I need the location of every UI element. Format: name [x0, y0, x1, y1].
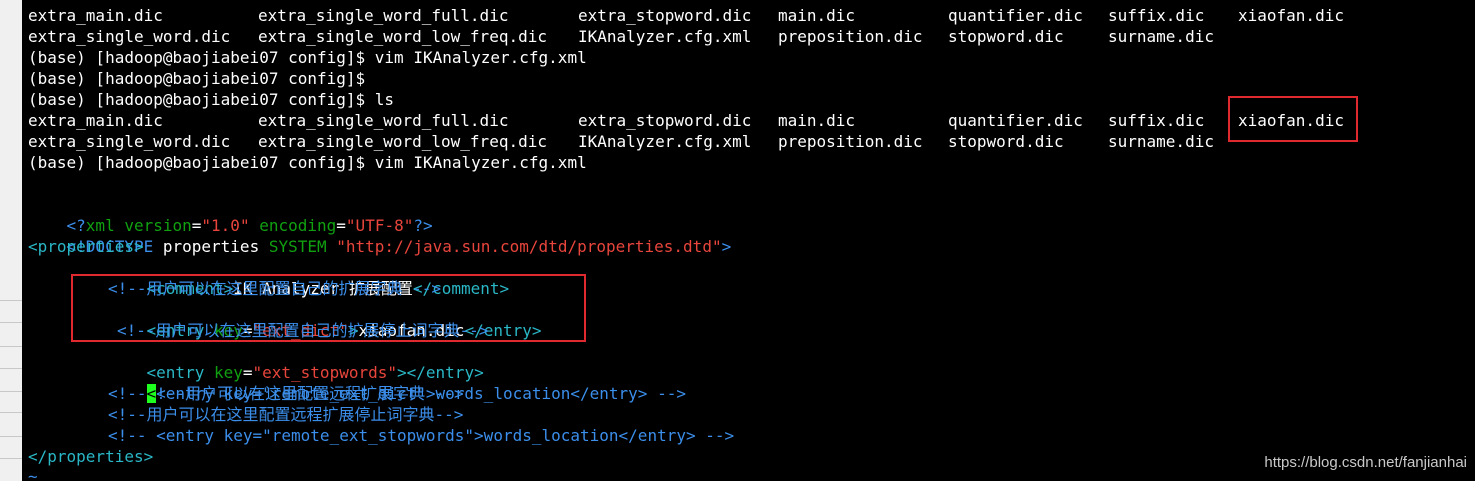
entry-ext-stopwords-line: <entry key="ext_stopwords"></entry>	[108, 341, 484, 382]
file-name: quantifier.dic	[948, 111, 1083, 130]
doctype-url: "http://java.sun.com/dtd/properties.dtd"	[336, 237, 722, 256]
strip-divider	[0, 346, 22, 347]
xml-comment-remote-stopwords: <!--用户可以在这里配置远程扩展停止词字典-->	[108, 405, 464, 424]
strip-divider	[0, 458, 22, 459]
xml-declaration-line: <?xml version="1.0" encoding="UTF-8"?>	[28, 194, 433, 235]
vim-empty-line-marker: ~	[28, 467, 38, 481]
file-name: surname.dic	[1108, 132, 1214, 151]
ls-output-row: extra_single_word.dic extra_single_word_…	[28, 26, 1468, 47]
file-name: extra_stopword.dic	[578, 111, 752, 130]
file-name: extra_main.dic	[28, 6, 163, 25]
file-name: suffix.dic	[1108, 111, 1205, 130]
doctype-space	[327, 237, 337, 256]
remote-ext-dict-line: <!-- <entry key="remote_ext_dict">words_…	[108, 384, 686, 403]
file-name: main.dic	[778, 111, 856, 130]
file-name: extra_single_word_low_freq.dic	[258, 132, 547, 151]
strip-divider	[0, 391, 22, 392]
doctype-text: properties	[153, 237, 269, 256]
strip-divider	[0, 322, 22, 323]
file-name: preposition.dic	[778, 27, 923, 46]
file-name: xiaofan.dic	[1238, 6, 1344, 25]
file-name: extra_main.dic	[28, 111, 163, 130]
file-name: IKAnalyzer.cfg.xml	[578, 132, 752, 151]
strip-divider	[0, 300, 22, 301]
file-name: extra_single_word.dic	[28, 132, 231, 151]
terminal-window[interactable]: extra_main.dic extra_single_word_full.di…	[22, 0, 1475, 481]
watermark: https://blog.csdn.net/fanjianhai	[1264, 454, 1467, 471]
left-window-strip	[0, 0, 22, 481]
file-name: extra_stopword.dic	[578, 6, 752, 25]
file-name: extra_single_word_low_freq.dic	[258, 27, 547, 46]
file-name: surname.dic	[1108, 27, 1214, 46]
file-name: quantifier.dic	[948, 6, 1083, 25]
file-name: extra_single_word.dic	[28, 27, 231, 46]
highlight-box-config	[71, 274, 586, 342]
strip-divider	[0, 368, 22, 369]
properties-close-tag: </properties>	[28, 447, 154, 466]
file-name: suffix.dic	[1108, 6, 1205, 25]
file-name: stopword.dic	[948, 27, 1064, 46]
strip-divider	[0, 436, 22, 437]
file-name: preposition.dic	[778, 132, 923, 151]
highlight-box-file	[1228, 96, 1358, 142]
file-name: stopword.dic	[948, 132, 1064, 151]
shell-prompt-line: (base) [hadoop@baojiabei07 config]$ vim …	[28, 153, 587, 172]
file-name: extra_single_word_full.dic	[258, 6, 509, 25]
file-name: IKAnalyzer.cfg.xml	[578, 27, 752, 46]
file-name: extra_single_word_full.dic	[258, 111, 509, 130]
xml-comment-remote-dict: <!--用户可以在这里配置远程扩展字典 -->	[108, 362, 464, 403]
shell-prompt-line: (base) [hadoop@baojiabei07 config]$	[28, 69, 366, 88]
doctype-close: >	[721, 237, 732, 256]
doctype-keyword: SYSTEM	[268, 237, 327, 256]
ls-output-row: extra_main.dic extra_single_word_full.di…	[28, 5, 1468, 26]
remote-ext-stopwords-line: <!-- <entry key="remote_ext_stopwords">w…	[108, 426, 735, 445]
properties-open-tag: <properties>	[28, 237, 144, 256]
shell-prompt-line: (base) [hadoop@baojiabei07 config]$ ls	[28, 90, 395, 109]
shell-prompt-line: (base) [hadoop@baojiabei07 config]$ vim …	[28, 48, 587, 67]
strip-divider	[0, 412, 22, 413]
doctype-line: <!DOCTYPE properties SYSTEM "http://java…	[28, 215, 732, 256]
file-name: main.dic	[778, 6, 856, 25]
